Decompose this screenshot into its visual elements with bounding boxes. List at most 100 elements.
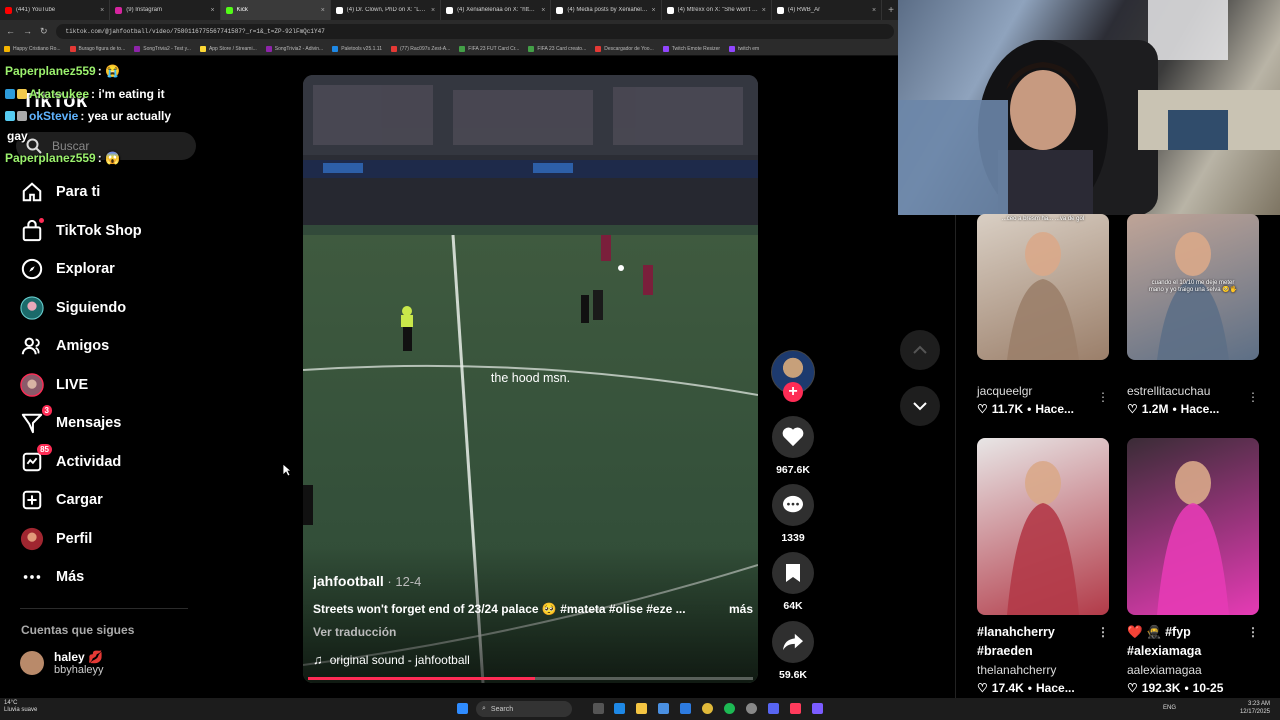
browser-tab[interactable]: (9) Instagram × bbox=[110, 0, 221, 20]
like-button[interactable] bbox=[772, 416, 814, 458]
more-options-icon[interactable]: ⋮ bbox=[1247, 390, 1259, 404]
browser-tab[interactable]: (4) Dr. Clown, PhD on X: "Let's × bbox=[331, 0, 442, 20]
bookmark-item[interactable]: Happy Cristiano Ro... bbox=[4, 45, 61, 52]
browser-tab[interactable]: (4) Mtrexx on X: "She won't eve × bbox=[662, 0, 772, 20]
mail-icon[interactable] bbox=[680, 703, 691, 714]
nav-item-actividad[interactable]: 85 Actividad bbox=[20, 443, 121, 478]
tab-close-icon[interactable]: × bbox=[321, 7, 325, 14]
nav-item-cargar[interactable]: Cargar bbox=[20, 484, 103, 516]
video-thumbnail[interactable] bbox=[1127, 438, 1259, 615]
windows-start-icon[interactable] bbox=[457, 703, 468, 714]
video-card[interactable]: ❤️ 🥷 #fyp #alexiamaga ⋮ aalexiamagaa ♡ 192.3… bbox=[1127, 438, 1259, 695]
more-options-icon[interactable]: ⋮ bbox=[1097, 623, 1109, 642]
video-player[interactable]: the hood msn. jahfootball · 12-4 Streets… bbox=[303, 75, 758, 683]
video-thumbnail[interactable]: cuando el 10/10 me deje meter mano y yo … bbox=[1127, 214, 1259, 360]
bookmark-item[interactable]: FIFA 23 Card creato... bbox=[528, 45, 586, 52]
plus-icon: + bbox=[788, 383, 798, 400]
music-app-icon[interactable] bbox=[790, 703, 801, 714]
tab-title: (4) Dr. Clown, PhD on X: "Let's bbox=[346, 7, 428, 13]
translate-link[interactable]: Ver traducción bbox=[313, 625, 396, 639]
bookmark-item[interactable]: Twitch Emote Resizer bbox=[662, 45, 720, 52]
nav-item-tiktok-shop[interactable]: TikTok Shop bbox=[20, 215, 142, 247]
browser-tab[interactable]: (441) YouTube × bbox=[0, 0, 111, 20]
bookmark-item[interactable]: twitch em bbox=[729, 45, 759, 52]
nav-item-m-s[interactable]: Más bbox=[20, 561, 84, 593]
nav-item-para-ti[interactable]: Para ti bbox=[20, 176, 100, 208]
bookmark-item[interactable]: App Store / Streami... bbox=[199, 45, 257, 52]
comment-button[interactable] bbox=[772, 484, 814, 526]
bookmark-item[interactable]: Burago figura de to... bbox=[69, 45, 125, 52]
bookmark-item[interactable]: SongTrivia2 - Test y... bbox=[134, 45, 191, 52]
tab-close-icon[interactable]: × bbox=[431, 7, 435, 14]
reload-icon[interactable]: ↻ bbox=[40, 26, 48, 37]
bookmark-item[interactable]: (77) Rac097s Zest-A... bbox=[390, 45, 450, 52]
edge-icon[interactable] bbox=[614, 703, 625, 714]
store-icon[interactable] bbox=[658, 703, 669, 714]
taskbar-search[interactable]: ⌕ Search bbox=[476, 701, 572, 717]
browser-tab[interactable]: (4) RWB_Ar × bbox=[772, 0, 883, 20]
browser-tab[interactable]: (4) Xeniahelenaa on X: "https:/× bbox=[441, 0, 552, 20]
description-text: Streets won't forget end of 23/24 palace… bbox=[313, 602, 686, 616]
video-card[interactable]: ...ceo a bresm ha... ...va de gol ⋮ jacque… bbox=[977, 214, 1109, 416]
app-icon[interactable] bbox=[812, 703, 823, 714]
video-user[interactable]: thelanahcherry bbox=[977, 663, 1109, 677]
video-thumbnail[interactable]: ...ceo a bresm ha... ...va de gol bbox=[977, 214, 1109, 360]
back-icon[interactable]: ← bbox=[6, 26, 15, 36]
discord-icon[interactable] bbox=[768, 703, 779, 714]
chrome-icon[interactable] bbox=[702, 703, 713, 714]
more-options-icon[interactable]: ⋮ bbox=[1247, 623, 1259, 642]
nav-item-live[interactable]: LIVE bbox=[20, 369, 88, 401]
url-field[interactable]: tiktok.com/@jahfootball/video/7580116775… bbox=[55, 23, 894, 39]
author-name[interactable]: jahfootball bbox=[313, 573, 384, 589]
browser-tab[interactable]: (4) Media posts by Xeniahelena × bbox=[551, 0, 662, 20]
video-card[interactable]: #lanahcherry #braeden ⋮ thelanahcherry ♡ 17.… bbox=[977, 438, 1109, 695]
nav-label: Perfil bbox=[56, 530, 93, 547]
weather-widget[interactable]: 14°C Lluvia suave bbox=[4, 700, 37, 714]
save-button[interactable] bbox=[772, 552, 814, 594]
nav-item-siguiendo[interactable]: Siguiendo bbox=[20, 292, 126, 324]
nav-item-perfil[interactable]: Perfil bbox=[20, 523, 92, 555]
obs-icon[interactable] bbox=[746, 703, 757, 714]
tab-close-icon[interactable]: × bbox=[100, 7, 104, 14]
system-clock[interactable]: 3:23 AM 12/17/2025 bbox=[1240, 700, 1270, 716]
following-account[interactable]: haley 💋 bbyhaleyy bbox=[20, 650, 104, 676]
tab-title: (4) Xeniahelenaa on X: "https:/ bbox=[457, 7, 539, 13]
browser-tab[interactable]: Kick × bbox=[220, 0, 331, 20]
video-user[interactable]: aalexiamagaa bbox=[1127, 663, 1259, 677]
tab-close-icon[interactable]: × bbox=[210, 7, 214, 14]
account-name: haley 💋 bbox=[54, 650, 103, 664]
file-explorer-icon[interactable] bbox=[636, 703, 647, 714]
video-user[interactable]: jacqueelgr bbox=[977, 384, 1109, 398]
bookmark-item[interactable]: Paletools v25.1.11 bbox=[332, 45, 382, 52]
video-user[interactable]: estrellitacuchau bbox=[1127, 384, 1259, 398]
video-author[interactable]: jahfootball · 12-4 bbox=[313, 573, 421, 589]
video-thumbnail[interactable] bbox=[977, 438, 1109, 615]
follow-button[interactable]: + bbox=[783, 382, 803, 402]
tab-close-icon[interactable]: × bbox=[652, 7, 656, 14]
video-description: Streets won't forget end of 23/24 palace… bbox=[313, 602, 753, 616]
next-video-button[interactable] bbox=[900, 386, 940, 426]
share-button[interactable] bbox=[772, 621, 814, 663]
task-view-icon[interactable] bbox=[593, 703, 604, 714]
language-indicator[interactable]: ENG bbox=[1163, 705, 1176, 711]
forward-icon[interactable]: → bbox=[23, 26, 32, 36]
separator: • bbox=[1184, 681, 1189, 695]
bookmark-item[interactable]: FIFA 23 FUT Card Cr... bbox=[459, 45, 519, 52]
more-button[interactable]: más bbox=[729, 602, 753, 616]
video-progress-bar[interactable] bbox=[308, 677, 753, 680]
sound-link[interactable]: ♫ original sound - jahfootball bbox=[313, 652, 470, 667]
tab-close-icon[interactable]: × bbox=[541, 7, 545, 14]
taskbar: 14°C Lluvia suave ⌕ Search ENG 3:23 AM 12… bbox=[0, 698, 1280, 720]
video-card[interactable]: cuando el 10/10 me deje meter mano y yo … bbox=[1127, 214, 1259, 416]
nav-item-mensajes[interactable]: 3 Mensajes bbox=[20, 405, 121, 439]
bookmark-item[interactable]: Descargador de Yoo... bbox=[595, 45, 654, 52]
tab-close-icon[interactable]: × bbox=[762, 7, 766, 14]
bookmark-item[interactable]: SongTrivia2 - Adivin... bbox=[265, 45, 323, 52]
like-count: 1.2M bbox=[1141, 402, 1169, 416]
spotify-icon[interactable] bbox=[724, 703, 735, 714]
nav-item-explorar[interactable]: Explorar bbox=[20, 253, 115, 285]
previous-video-button[interactable] bbox=[900, 330, 940, 370]
tab-close-icon[interactable]: × bbox=[872, 7, 876, 14]
more-options-icon[interactable]: ⋮ bbox=[1097, 390, 1109, 404]
nav-item-amigos[interactable]: Amigos bbox=[20, 330, 109, 362]
